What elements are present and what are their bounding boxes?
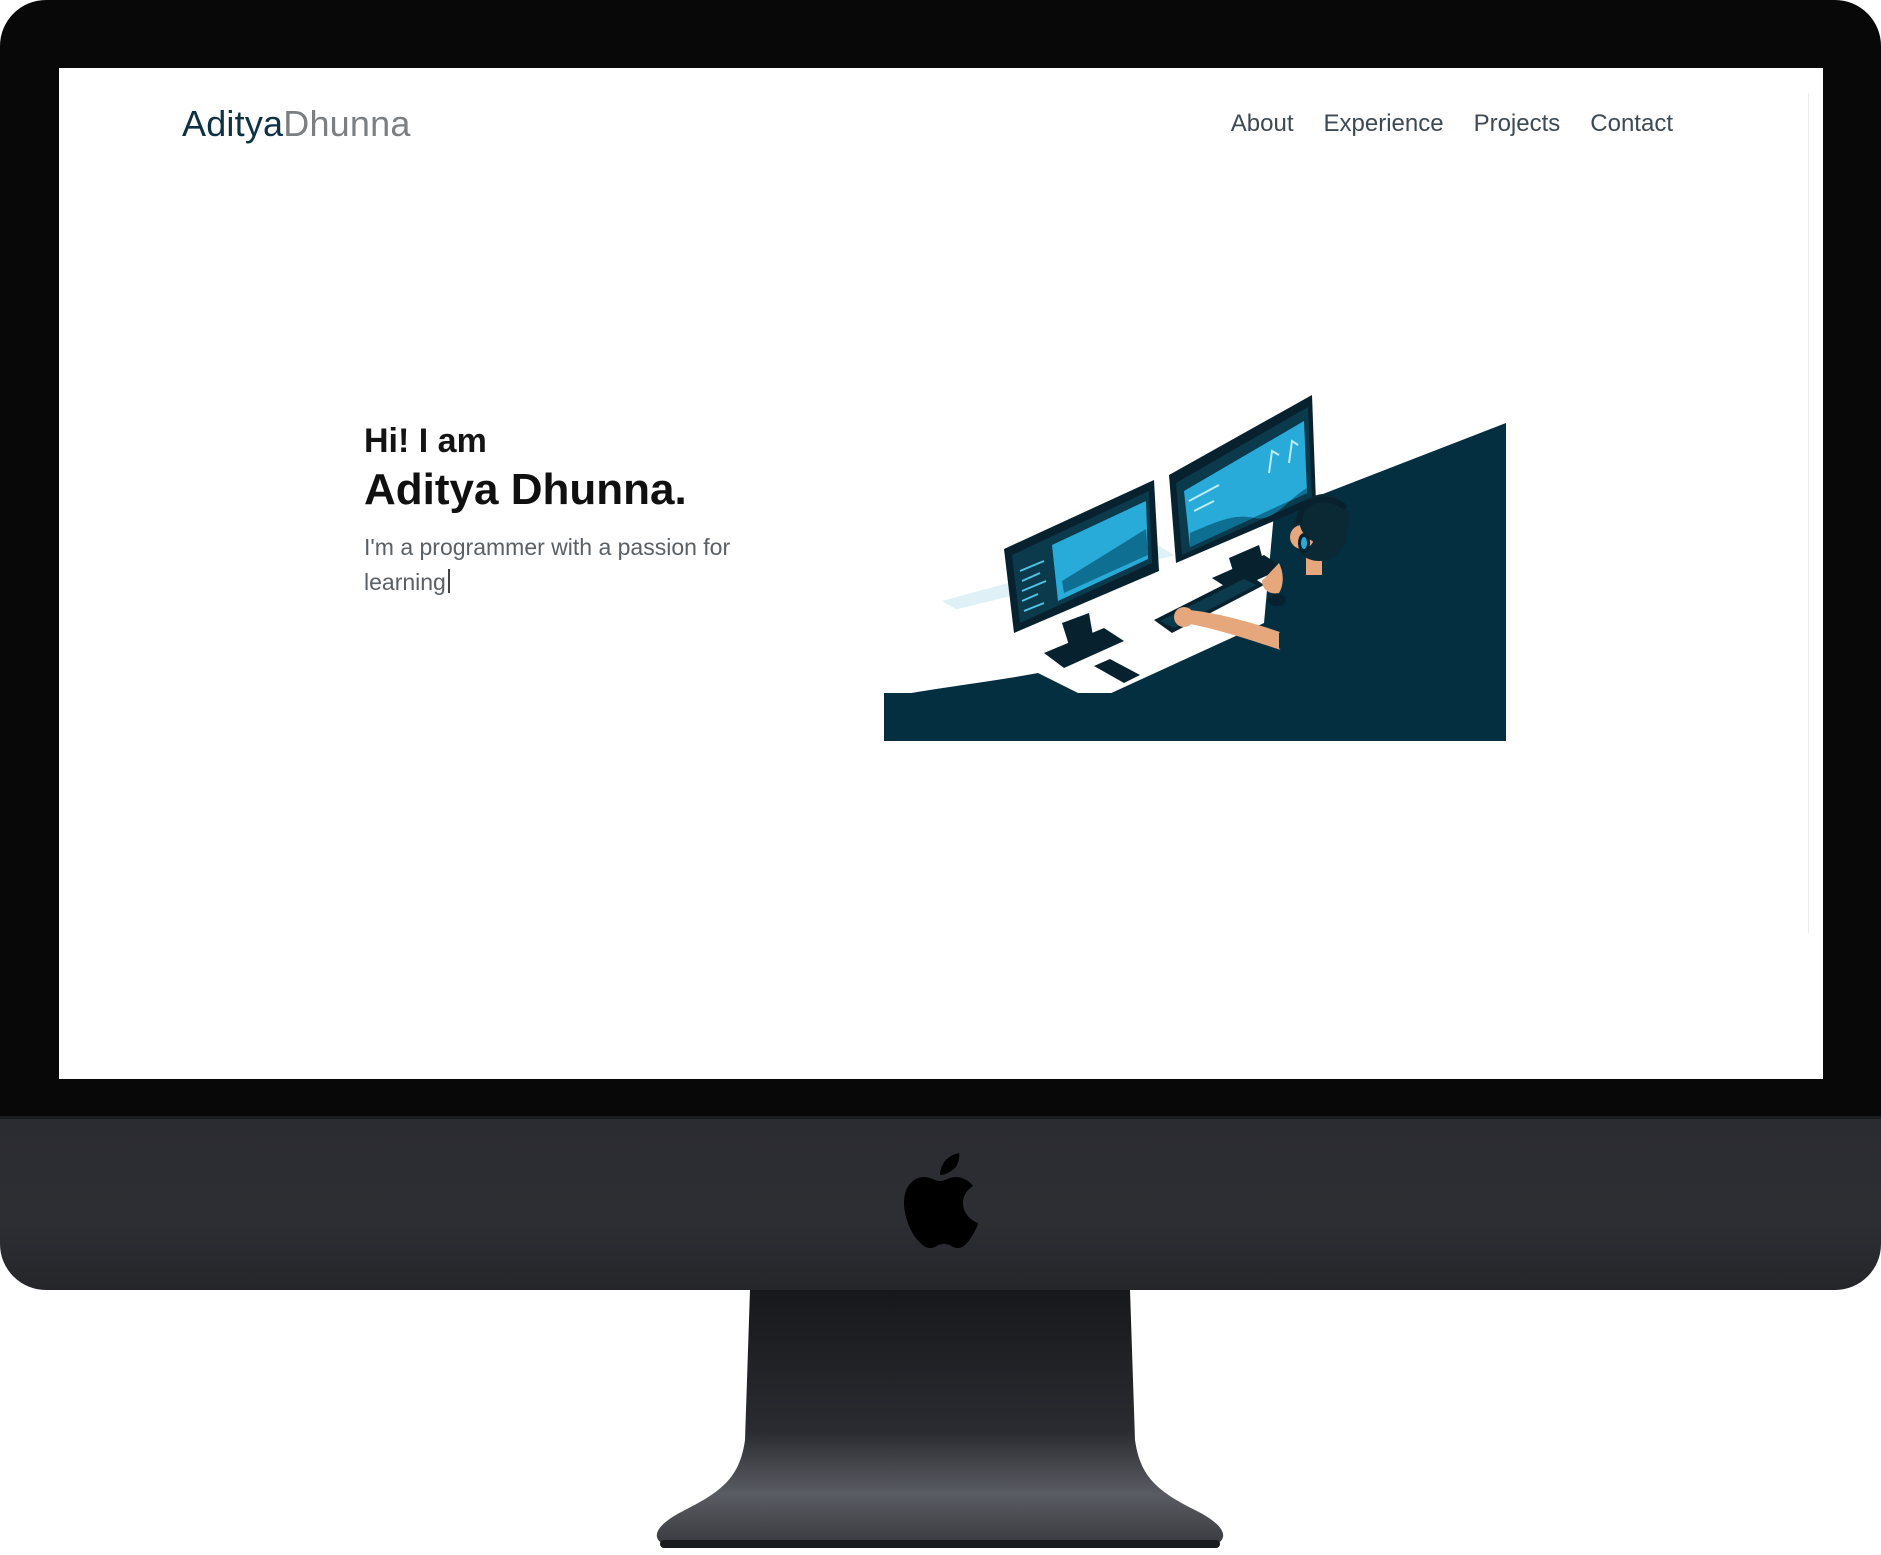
developer-at-desk-illustration [884,395,1506,741]
hero-tagline: I'm a programmer with a passion for lear… [364,530,784,600]
imac-stand [656,1290,1224,1548]
main-nav: About Experience Projects Contact [1231,112,1673,136]
imac-mockup: AdityaDhunna About Experience Projects C… [0,0,1881,1555]
brand-logo[interactable]: AdityaDhunna [182,106,411,142]
apple-logo-icon [904,1153,978,1248]
brand-first-name: Aditya [182,103,284,144]
nav-experience[interactable]: Experience [1324,112,1444,136]
hero-name: Aditya Dhunna. [364,465,687,514]
nav-projects[interactable]: Projects [1474,112,1561,136]
hero-intro: Hi! I am Aditya Dhunna. I'm a programmer… [364,424,784,600]
scrollbar-track [1808,93,1809,933]
nav-about[interactable]: About [1231,112,1294,136]
typing-caret [447,569,450,593]
hero-tagline-text: I'm a programmer with a passion for lear… [364,534,731,595]
browser-viewport: AdityaDhunna About Experience Projects C… [59,68,1823,1079]
brand-last-name: Dhunna [283,103,411,144]
hero-greeting: Hi! I am [364,422,487,460]
nav-contact[interactable]: Contact [1590,112,1673,136]
